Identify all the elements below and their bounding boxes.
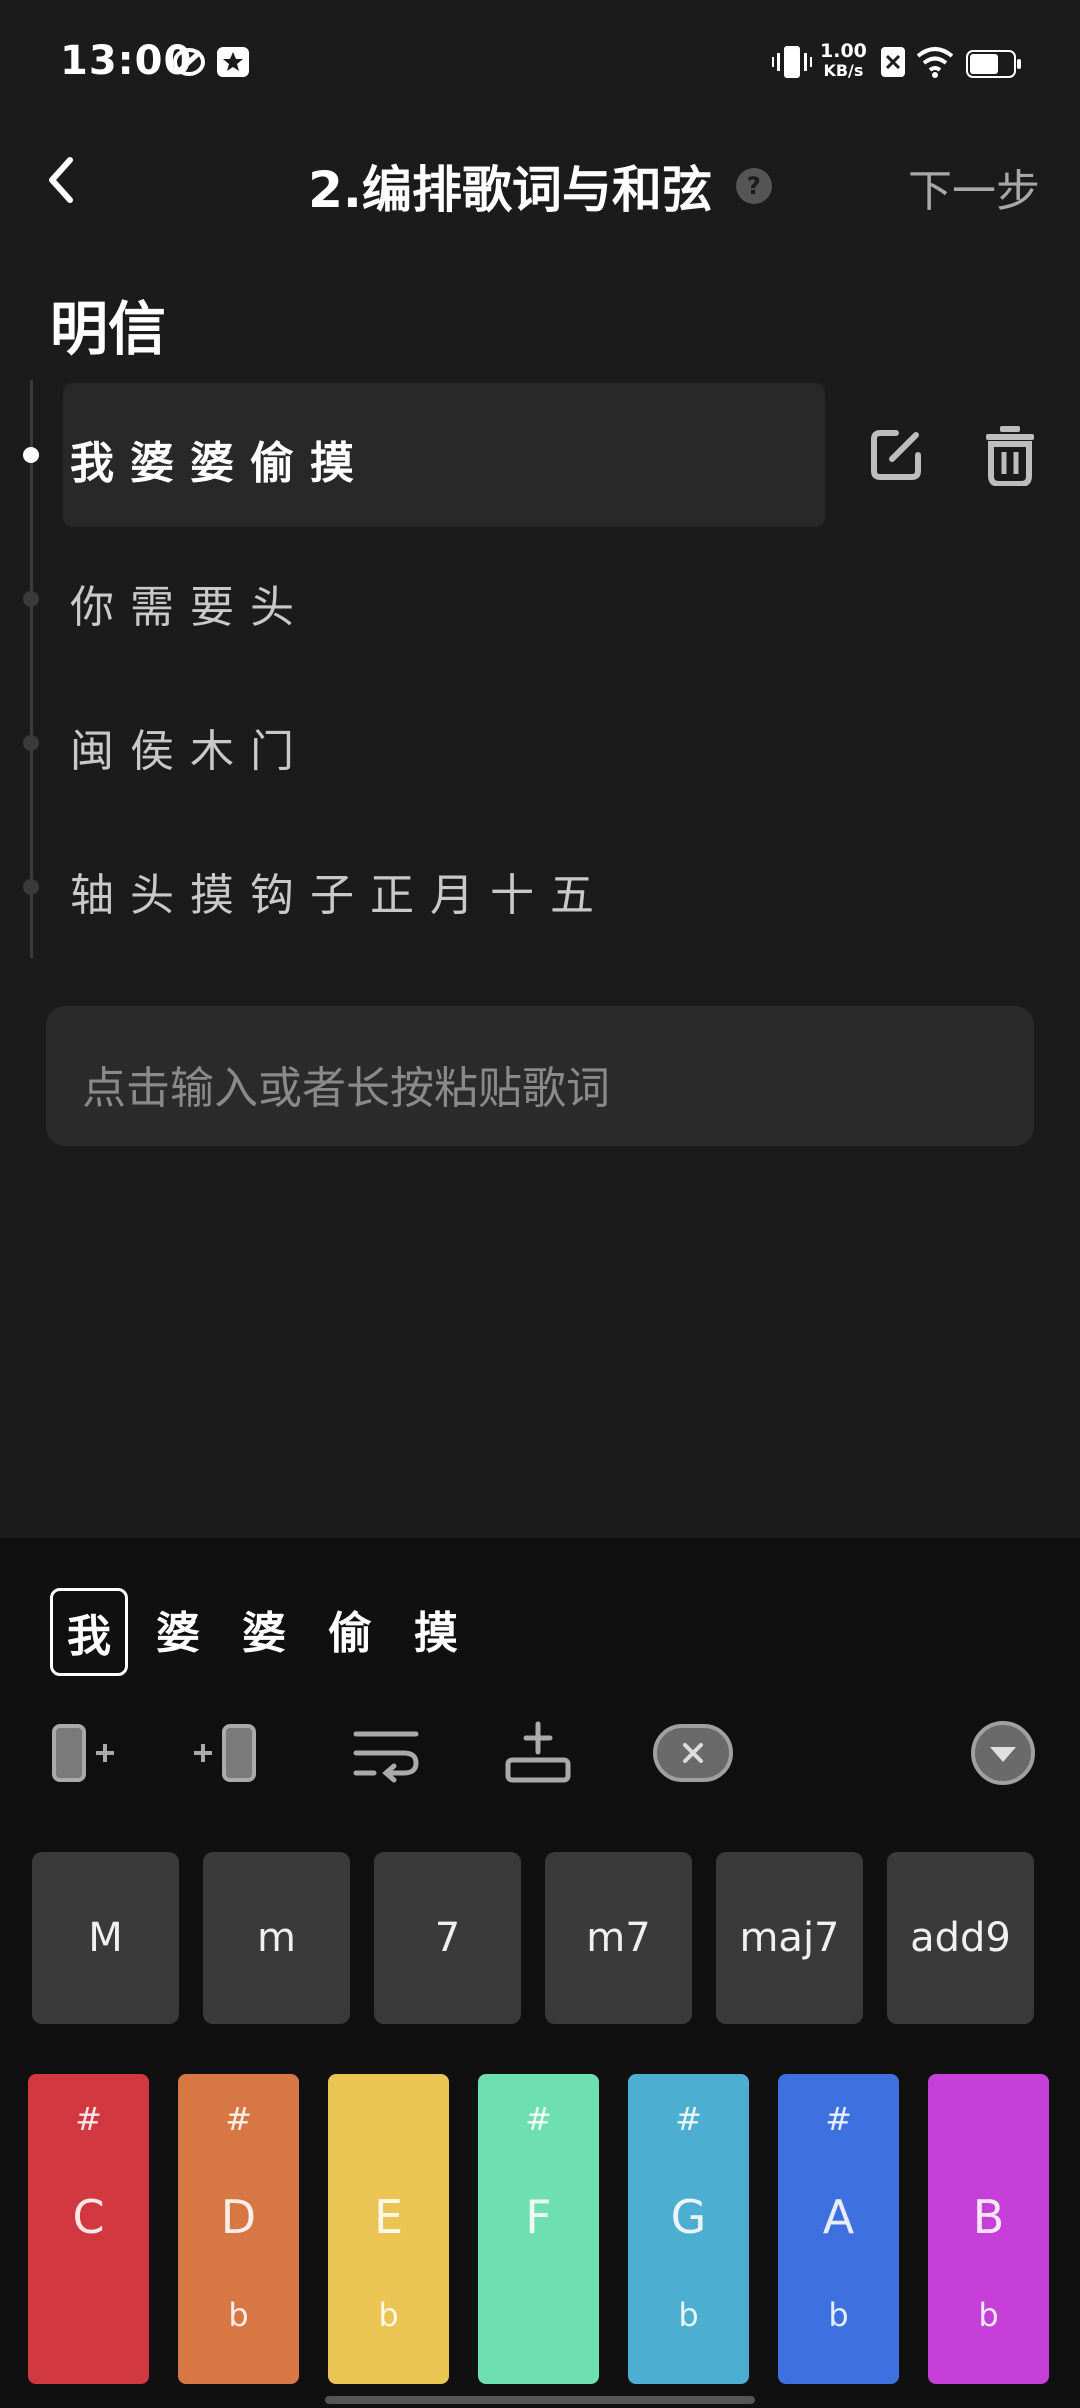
chord-type-button[interactable]: M [32, 1852, 179, 2024]
insert-line-icon[interactable] [504, 1720, 572, 1786]
vibrate-icon [772, 46, 812, 78]
lyric-line[interactable]: 闽侯木门 [0, 671, 1080, 815]
app-notification-icon [173, 48, 205, 76]
lyric-line[interactable]: 你需要头 [0, 527, 1080, 671]
key-flat-label[interactable]: b [328, 2296, 449, 2334]
key-f[interactable]: # F [478, 2074, 599, 2384]
star-notification-icon [217, 47, 249, 77]
key-flat-label[interactable]: b [928, 2296, 1049, 2334]
trash-icon[interactable] [982, 424, 1038, 486]
lyrics-input-placeholder: 点击输入或者长按粘贴歌词 [82, 1063, 610, 1114]
wifi-icon [916, 47, 954, 78]
lyric-line[interactable]: 轴头摸钩子正月十五 [0, 815, 1080, 959]
home-indicator[interactable] [325, 2396, 755, 2404]
key-sharp-label[interactable]: # [778, 2100, 899, 2138]
edit-icon[interactable] [868, 427, 924, 483]
collapse-icon[interactable] [970, 1720, 1036, 1786]
chord-type-button[interactable]: maj7 [716, 1852, 863, 2024]
key-d[interactable]: # D b [178, 2074, 299, 2384]
key-e[interactable]: E b [328, 2074, 449, 2384]
lyric-line-text: 你需要头 [70, 582, 310, 633]
key-b[interactable]: B b [928, 2074, 1049, 2384]
key-sharp-label[interactable]: # [478, 2100, 599, 2138]
add-bar-left-icon[interactable] [50, 1720, 120, 1786]
key-sharp-label[interactable]: # [28, 2100, 149, 2138]
character-item[interactable]: 婆 [228, 1588, 300, 1670]
lyric-line-marker [23, 591, 39, 607]
key-c[interactable]: # C [28, 2074, 149, 2384]
lyric-line-marker [23, 735, 39, 751]
key-name-label: F [525, 2190, 552, 2244]
battery-icon [966, 50, 1021, 78]
lyric-line-text: 轴头摸钩子正月十五 [70, 870, 610, 921]
chord-type-button[interactable]: m [203, 1852, 350, 2024]
key-flat-label[interactable]: b [778, 2296, 899, 2334]
lyric-line-text: 我婆婆偷摸 [70, 438, 370, 489]
sim-blocked-icon [881, 47, 905, 77]
line-wrap-icon[interactable] [352, 1720, 420, 1786]
character-item[interactable]: 摸 [400, 1588, 472, 1670]
lyric-line-marker [23, 879, 39, 895]
status-bar: 13:00 1.00 KB/s [0, 0, 1080, 120]
chord-type-button[interactable]: add9 [887, 1852, 1034, 2024]
chord-type-row: M m 7 m7 maj7 add9 [32, 1852, 1034, 2024]
lyrics-input[interactable]: 点击输入或者长按粘贴歌词 [46, 1006, 1034, 1146]
key-flat-label[interactable]: b [628, 2296, 749, 2334]
key-sharp-label[interactable]: # [628, 2100, 749, 2138]
root-key-row: # C # D b E b # F # G b # A b B b [28, 2074, 1049, 2384]
net-speed-value: 1.00 [820, 40, 867, 62]
help-icon[interactable]: ? [735, 168, 772, 204]
character-selector: 我 婆 婆 偷 摸 [50, 1588, 472, 1676]
clear-icon[interactable] [652, 1720, 734, 1786]
key-flat-label[interactable]: b [178, 2296, 299, 2334]
lyric-line-marker [23, 447, 39, 463]
next-step-button[interactable]: 下一步 [908, 155, 1040, 219]
key-name-label: C [72, 2190, 105, 2244]
key-name-label: G [670, 2190, 707, 2244]
page-title: 2.编排歌词与和弦 [308, 161, 712, 219]
key-name-label: D [220, 2190, 257, 2244]
lyric-line-text: 闽侯木门 [70, 726, 310, 777]
add-bar-right-icon[interactable] [190, 1720, 260, 1786]
key-sharp-label[interactable]: # [178, 2100, 299, 2138]
key-name-label: E [373, 2190, 404, 2244]
net-speed: 1.00 KB/s [820, 40, 867, 81]
key-a[interactable]: # A b [778, 2074, 899, 2384]
chord-type-button[interactable]: 7 [374, 1852, 521, 2024]
key-g[interactable]: # G b [628, 2074, 749, 2384]
character-item[interactable]: 我 [50, 1588, 128, 1676]
key-name-label: A [822, 2190, 855, 2244]
song-title: 明信 [50, 295, 167, 363]
character-item[interactable]: 婆 [142, 1588, 214, 1670]
chord-type-button[interactable]: m7 [545, 1852, 692, 2024]
character-item[interactable]: 偷 [314, 1588, 386, 1670]
key-name-label: B [972, 2190, 1005, 2244]
net-speed-unit: KB/s [823, 61, 864, 80]
